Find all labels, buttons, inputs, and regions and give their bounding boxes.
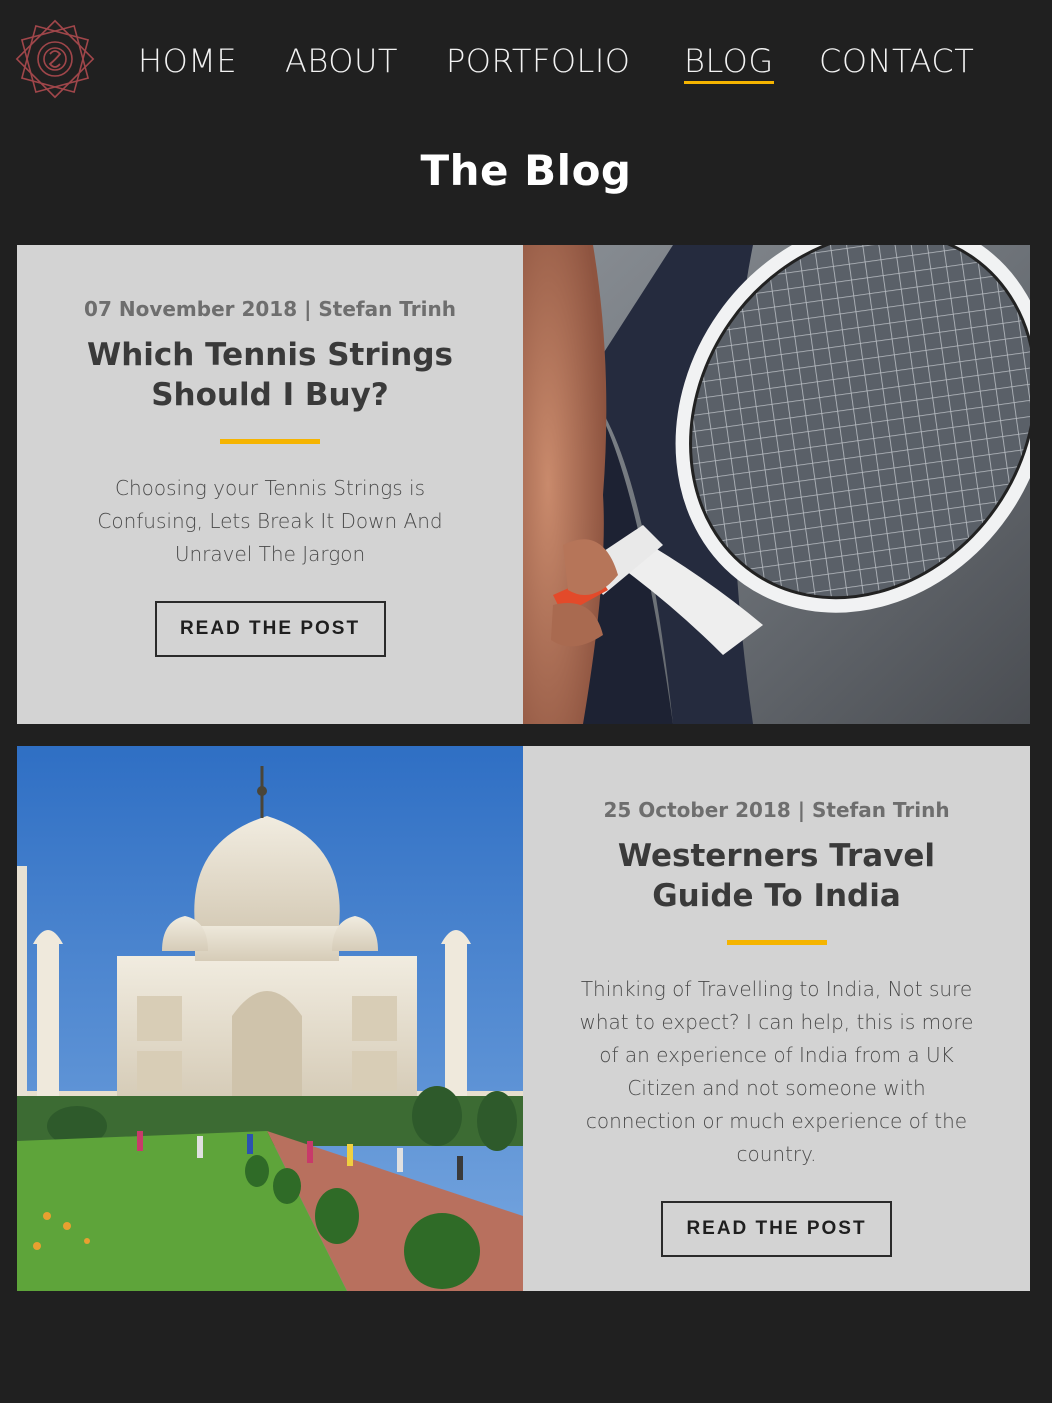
blog-post-card: 25 October 2018 | Stefan Trinh Westerner… [17, 746, 1030, 1291]
tennis-racket-photo[interactable] [523, 245, 1030, 724]
post-text-panel: 07 November 2018 | Stefan Trinh Which Te… [17, 245, 523, 724]
post-text-panel: 25 October 2018 | Stefan Trinh Westerner… [523, 746, 1030, 1291]
post-excerpt: Choosing your Tennis Strings is Confusin… [97, 476, 443, 566]
nav-contact[interactable]: CONTACT [819, 38, 974, 84]
read-post-button[interactable]: READ THE POST [661, 1201, 892, 1257]
post-title[interactable]: Which Tennis Strings Should I Buy? [60, 335, 480, 415]
title-divider [726, 940, 827, 945]
read-post-button[interactable]: READ THE POST [154, 601, 386, 657]
title-divider [220, 439, 320, 444]
post-meta: 07 November 2018 | Stefan Trinh [84, 297, 456, 321]
nav-portfolio[interactable]: PORTFOLIO [446, 38, 630, 84]
taj-mahal-photo[interactable] [17, 746, 523, 1291]
post-excerpt: Thinking of Travelling to India, Not sur… [579, 977, 974, 1166]
page-title: The Blog [420, 146, 632, 195]
nav-about[interactable]: ABOUT [285, 38, 398, 84]
blog-post-card: 07 November 2018 | Stefan Trinh Which Te… [17, 245, 1030, 724]
post-meta: 25 October 2018 | Stefan Trinh [603, 798, 950, 822]
post-title[interactable]: Westerners Travel Guide To India [567, 836, 987, 916]
nav-blog[interactable]: BLOG [684, 41, 774, 84]
site-logo[interactable] [8, 12, 102, 106]
nav-home[interactable]: HOME [138, 38, 237, 84]
